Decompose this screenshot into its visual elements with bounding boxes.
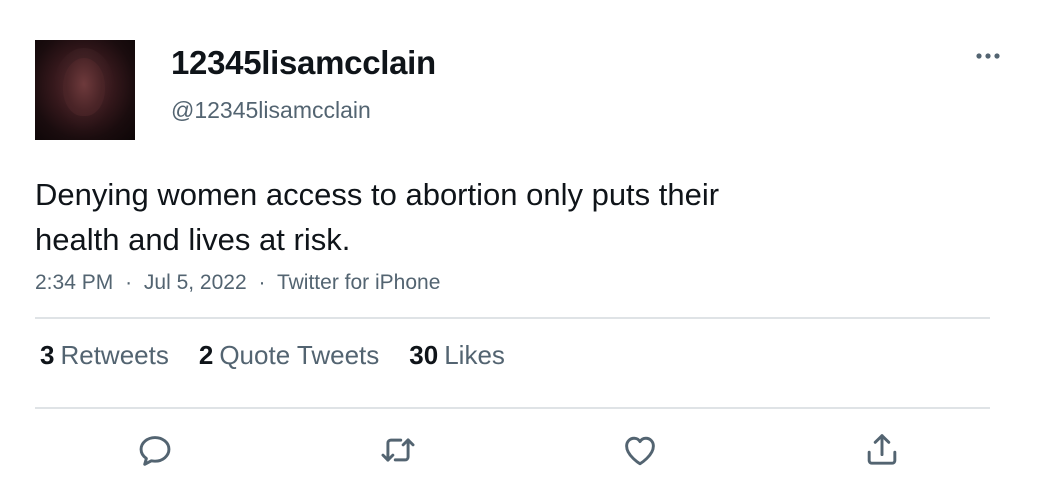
display-name[interactable]: 12345lisamcclain bbox=[171, 44, 436, 82]
quote-tweets-stat[interactable]: 2 Quote Tweets bbox=[199, 340, 379, 371]
retweet-button[interactable] bbox=[376, 428, 420, 472]
tweet-card: 12345lisamcclain @12345lisamcclain Denyi… bbox=[0, 0, 1050, 480]
quote-tweets-label: Quote Tweets bbox=[219, 340, 380, 370]
like-button[interactable] bbox=[618, 428, 662, 472]
reply-icon bbox=[139, 436, 171, 466]
retweet-icon bbox=[381, 438, 415, 462]
tweet-time[interactable]: 2:34 PM bbox=[35, 271, 113, 294]
retweets-stat[interactable]: 3 Retweets bbox=[40, 340, 169, 371]
divider bbox=[35, 317, 990, 319]
more-horizontal-icon bbox=[976, 53, 1000, 59]
avatar-face bbox=[63, 58, 105, 116]
tweet-source[interactable]: Twitter for iPhone bbox=[277, 271, 440, 294]
share-button[interactable] bbox=[860, 428, 904, 472]
tweet-date[interactable]: Jul 5, 2022 bbox=[144, 271, 247, 294]
engagement-stats: 3 Retweets 2 Quote Tweets 30 Likes bbox=[40, 340, 535, 371]
retweets-label: Retweets bbox=[60, 340, 169, 370]
meta-separator: · bbox=[125, 271, 133, 294]
user-handle[interactable]: @12345lisamcclain bbox=[171, 97, 371, 124]
likes-stat[interactable]: 30 Likes bbox=[409, 340, 505, 371]
quote-tweets-count: 2 bbox=[198, 340, 214, 370]
retweets-count: 3 bbox=[40, 340, 55, 370]
heart-icon bbox=[625, 436, 655, 466]
share-icon bbox=[867, 434, 897, 465]
avatar[interactable] bbox=[35, 40, 135, 140]
tweet-metadata: 2:34 PM · Jul 5, 2022 · Twitter for iPho… bbox=[35, 271, 440, 295]
meta-separator: · bbox=[258, 271, 266, 294]
more-options-button[interactable] bbox=[970, 44, 1006, 68]
tweet-text-line-2: health and lives at risk. bbox=[35, 222, 351, 257]
likes-label: Likes bbox=[444, 340, 505, 370]
reply-button[interactable] bbox=[133, 428, 177, 472]
divider bbox=[35, 407, 990, 409]
likes-count: 30 bbox=[409, 340, 439, 370]
tweet-text: Denying women access to abortion only pu… bbox=[35, 172, 855, 262]
tweet-text-line-1: Denying women access to abortion only pu… bbox=[35, 177, 720, 212]
